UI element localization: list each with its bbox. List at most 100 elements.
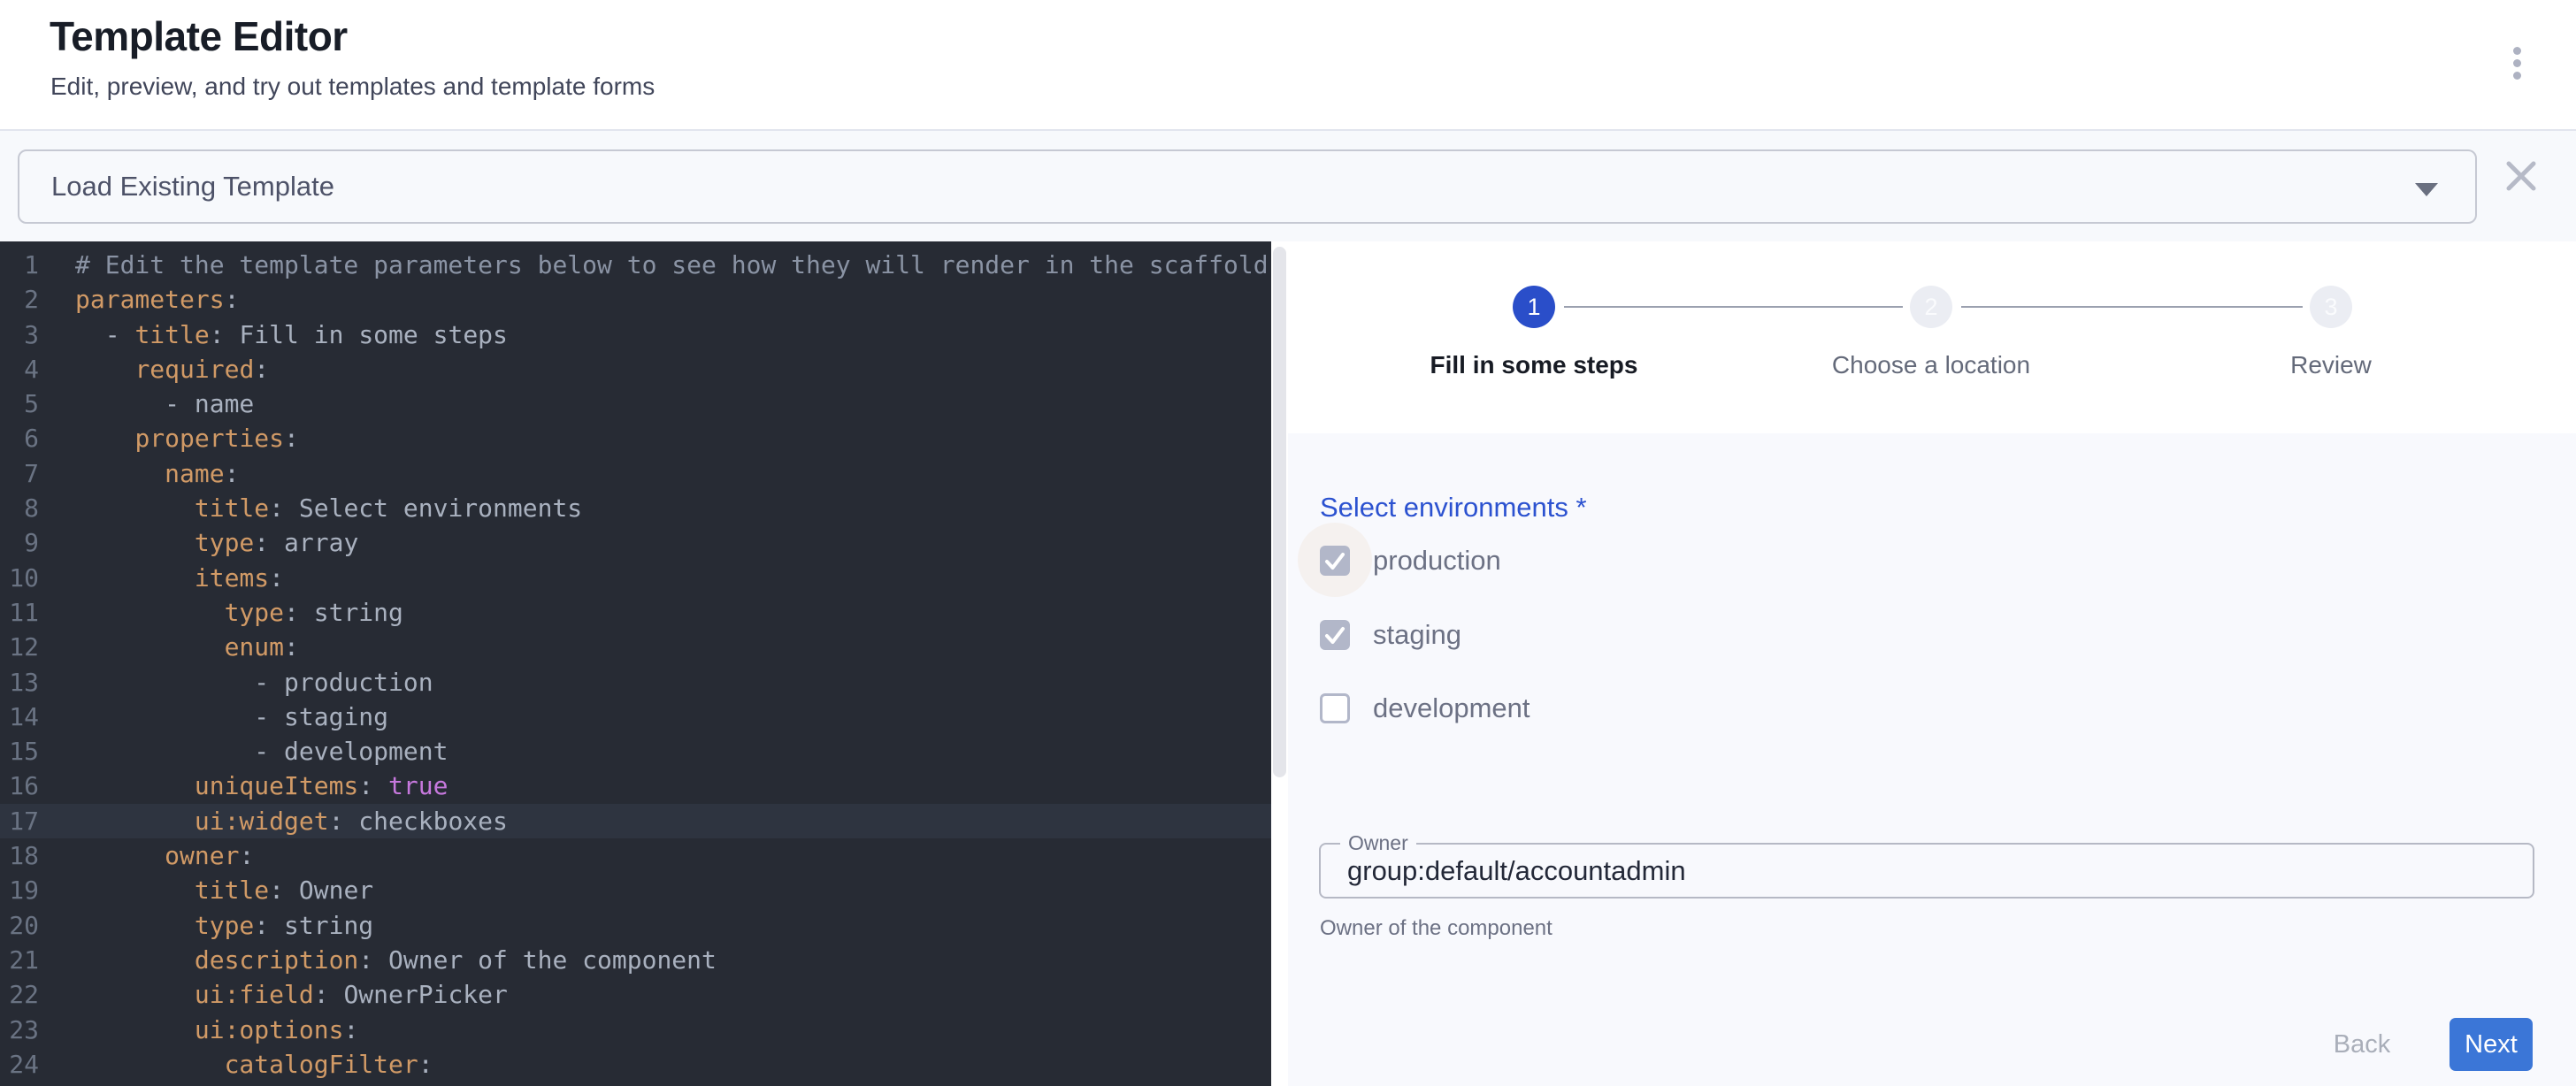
line-code: properties: (39, 421, 299, 455)
line-code: - title: Fill in some steps (39, 317, 508, 352)
more-options-button[interactable] (2488, 34, 2546, 92)
step-label: Choose a location (1745, 351, 2117, 379)
line-number: 3 (0, 317, 39, 352)
checkbox-label[interactable]: development (1373, 692, 1530, 724)
line-number: 14 (0, 700, 39, 734)
line-number: 6 (0, 421, 39, 455)
line-number: 24 (0, 1047, 39, 1082)
clear-template-button[interactable] (2498, 153, 2544, 199)
step-2: 2Choose a location (1745, 286, 2117, 379)
line-code: enum: (39, 630, 299, 664)
load-existing-template-placeholder: Load Existing Template (19, 171, 334, 203)
line-code: required: (39, 352, 269, 386)
line-code: ui:options: (39, 1013, 358, 1047)
checkbox-label[interactable]: production (1373, 545, 1501, 577)
stepper: 1 Fill in some steps 2Choose a location 3 Re… (1288, 241, 2576, 433)
load-existing-template-select[interactable]: Load Existing Template (18, 149, 2477, 224)
code-line[interactable]: 23 ui:options: (0, 1013, 1271, 1047)
line-code: parameters: (39, 282, 239, 317)
line-code: type: array (39, 525, 358, 560)
line-code: uniqueItems: true (39, 769, 448, 803)
code-line[interactable]: 12 enum: (0, 630, 1271, 664)
code-editor[interactable]: 1# Edit the template parameters below to… (0, 241, 1288, 1086)
code-line[interactable]: 16 uniqueItems: true (0, 769, 1271, 803)
line-number: 13 (0, 665, 39, 700)
code-line[interactable]: 11 type: string (0, 595, 1271, 630)
step-label: Fill in some steps (1348, 351, 1720, 379)
line-code: title: Owner (39, 873, 373, 907)
checkbox-unchecked-icon[interactable] (1320, 693, 1350, 723)
page-header: Template Editor Edit, preview, and try o… (0, 0, 2576, 129)
line-code: - name (39, 386, 254, 421)
code-line[interactable]: 22 ui:field: OwnerPicker (0, 977, 1271, 1012)
line-number: 1 (0, 248, 39, 282)
owner-field-value[interactable]: group:default/accountadmin (1321, 845, 2533, 897)
owner-field[interactable]: Owner group:default/accountadmin (1319, 843, 2534, 899)
line-number: 18 (0, 838, 39, 873)
code-line[interactable]: 21 description: Owner of the component (0, 943, 1271, 977)
line-number: 22 (0, 977, 39, 1012)
code-line[interactable]: 17 ui:widget: checkboxes (0, 804, 1271, 838)
back-button[interactable]: Back (2311, 1022, 2413, 1067)
line-number: 20 (0, 908, 39, 943)
line-code: - production (39, 665, 433, 700)
checkbox-checked-icon[interactable] (1320, 620, 1350, 650)
code-line[interactable]: 2parameters: (0, 282, 1271, 317)
line-code: ui:widget: checkboxes (39, 804, 508, 838)
template-editor-page: Template Editor Edit, preview, and try o… (0, 0, 2576, 1086)
code-line[interactable]: 9 type: array (0, 525, 1271, 560)
code-line[interactable]: 13 - production (0, 665, 1271, 700)
step-label: Review (2145, 351, 2517, 379)
close-icon (2498, 153, 2544, 199)
line-number: 23 (0, 1013, 39, 1047)
code-line[interactable]: 20 type: string (0, 908, 1271, 943)
code-line[interactable]: 5 - name (0, 386, 1271, 421)
line-code: - development (39, 734, 448, 769)
code-line[interactable]: 15 - development (0, 734, 1271, 769)
checkbox-row-production: production (1320, 545, 1501, 577)
step-circle: 1 (1513, 286, 1555, 328)
code-line[interactable]: 10 items: (0, 561, 1271, 595)
checkbox-label[interactable]: staging (1373, 619, 1461, 651)
line-code: # Edit the template parameters below to … (39, 248, 1269, 282)
code-line[interactable]: 3 - title: Fill in some steps (0, 317, 1271, 352)
scrollbar-thumb[interactable] (1273, 247, 1286, 777)
line-code: type: string (39, 595, 403, 630)
code-line[interactable]: 6 properties: (0, 421, 1271, 455)
line-number: 17 (0, 804, 39, 838)
code-line[interactable]: 24 catalogFilter: (0, 1047, 1271, 1082)
owner-field-label: Owner (1340, 831, 1416, 855)
line-number: 11 (0, 595, 39, 630)
load-template-bar: Load Existing Template (0, 129, 2576, 241)
line-number: 7 (0, 456, 39, 491)
code-line[interactable]: 7 name: (0, 456, 1271, 491)
code-line[interactable]: 8 title: Select environments (0, 491, 1271, 525)
line-number: 4 (0, 352, 39, 386)
code-line[interactable]: 4 required: (0, 352, 1271, 386)
line-number: 9 (0, 525, 39, 560)
checkbox-row-staging: staging (1320, 619, 1461, 651)
page-subtitle: Edit, preview, and try out templates and… (50, 73, 655, 101)
step-1: 1 Fill in some steps (1348, 286, 1720, 379)
step-3: 3 Review (2145, 286, 2517, 379)
line-number: 15 (0, 734, 39, 769)
code-line[interactable]: 1# Edit the template parameters below to… (0, 248, 1271, 282)
checkbox-row-development: development (1320, 692, 1530, 724)
line-code: catalogFilter: (39, 1047, 433, 1082)
checkbox-checked-icon[interactable] (1320, 546, 1350, 576)
code-line[interactable]: 18 owner: (0, 838, 1271, 873)
line-code: name: (39, 456, 239, 491)
line-number: 2 (0, 282, 39, 317)
form-panel: Select environments * productionstagingd… (1288, 433, 2576, 1086)
code-line[interactable]: 19 title: Owner (0, 873, 1271, 907)
line-number: 5 (0, 386, 39, 421)
step-circle: 3 (2310, 286, 2352, 328)
line-code: title: Select environments (39, 491, 582, 525)
line-code: owner: (39, 838, 254, 873)
line-code: description: Owner of the component (39, 943, 717, 977)
code-lines: 1# Edit the template parameters below to… (0, 241, 1271, 1086)
template-preview-pane: 1 Fill in some steps 2Choose a location 3 Re… (1288, 241, 2576, 1086)
code-line[interactable]: 14 - staging (0, 700, 1271, 734)
next-button[interactable]: Next (2450, 1018, 2533, 1071)
editor-scrollbar[interactable] (1271, 241, 1288, 1086)
